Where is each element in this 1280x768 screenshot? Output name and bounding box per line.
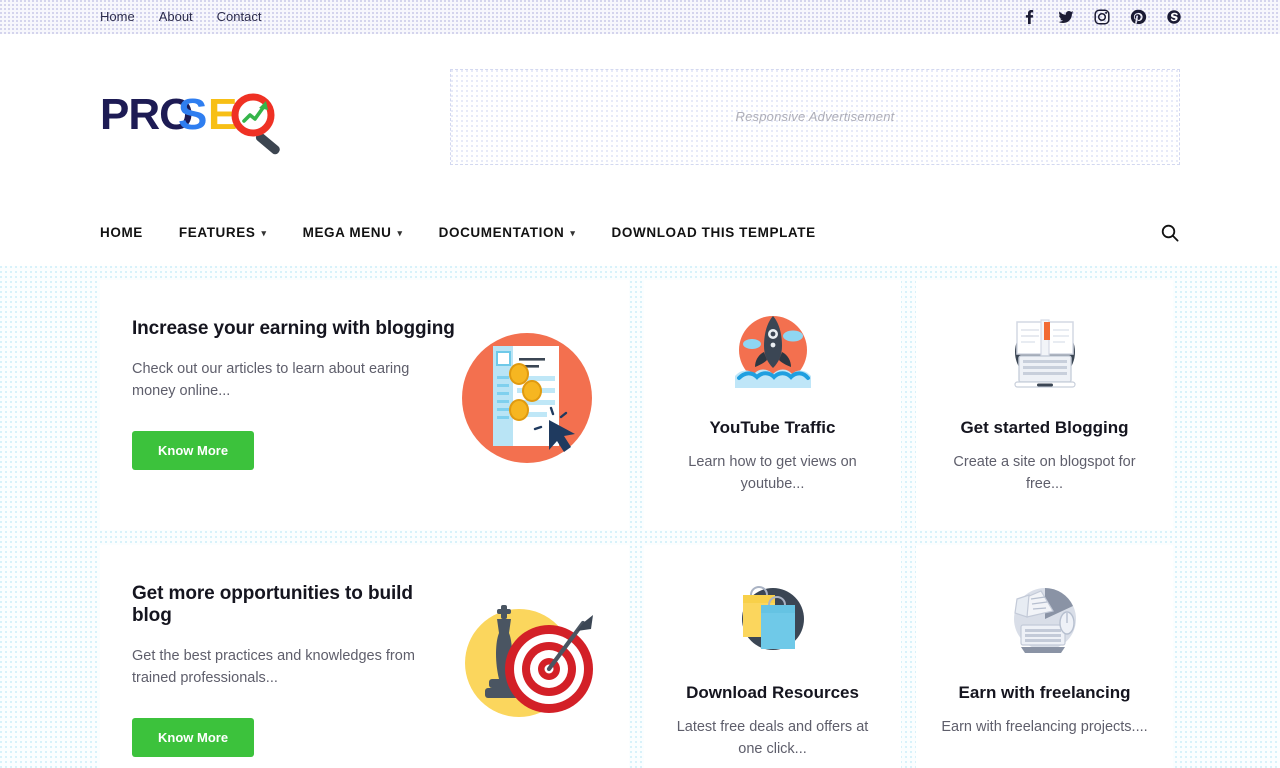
card-description: Get the best practices and knowledges fr… [132, 648, 415, 687]
card-title: YouTube Traffic [709, 418, 836, 437]
instagram-icon[interactable] [1094, 9, 1110, 25]
chevron-down-icon: ▾ [261, 228, 267, 238]
advertisement-text: Responsive Advertisement [735, 109, 895, 124]
main-navigation: Home Features ▾ Mega Menu ▾ Documentatio… [0, 199, 1280, 266]
know-more-button[interactable]: Know More [132, 717, 255, 757]
workspace-desk-illustration [997, 573, 1093, 669]
card-title: Earn with freelancing [958, 683, 1131, 702]
nav-item-features[interactable]: Features ▾ [179, 225, 267, 240]
main-content: Increase your earning with blogging Chec… [0, 266, 1280, 768]
chess-target-illustration [457, 593, 597, 733]
twitter-icon[interactable] [1058, 9, 1074, 25]
topbar-link-contact[interactable]: Contact [217, 0, 262, 34]
card-description: Earn with freelancing projects.... [941, 719, 1148, 735]
nav-item-documentation[interactable]: Documentation ▾ [439, 225, 576, 240]
content-row-1: Increase your earning with blogging Chec… [100, 280, 1180, 530]
card-description: Check out our articles to learn about ea… [132, 361, 410, 400]
card-description: Latest free deals and offers at one clic… [676, 719, 869, 757]
feature-card-earn-freelancing[interactable]: Earn with freelancing Earn with freelanc… [916, 545, 1173, 768]
nav-item-download-label: Download This Template [611, 225, 816, 240]
card-text-block: Get more opportunities to build blog Get… [132, 579, 457, 757]
rocket-launch-illustration [725, 308, 821, 404]
topbar-link-home[interactable]: Home [100, 0, 135, 34]
content-row-2: Get more opportunities to build blog Get… [100, 545, 1180, 768]
feature-card-get-started-blogging[interactable]: Get started Blogging Create a site on bl… [916, 280, 1173, 530]
laptop-book-illustration [997, 308, 1093, 404]
site-logo[interactable]: PRO S E [100, 77, 310, 157]
chevron-down-icon: ▾ [397, 228, 403, 238]
site-header: PRO S E Responsive Advertisement [0, 34, 1280, 199]
nav-items: Home Features ▾ Mega Menu ▾ Documentatio… [100, 225, 816, 240]
nav-item-features-label: Features [178, 225, 256, 240]
nav-item-home-label: Home [100, 225, 143, 240]
top-bar: Home About Contact [0, 0, 1280, 34]
nav-item-mega-menu-label: Mega Menu [302, 225, 392, 240]
social-links [1022, 9, 1181, 25]
feature-card-youtube-traffic[interactable]: YouTube Traffic Learn how to get views o… [644, 280, 901, 530]
feature-card-download-resources[interactable]: Download Resources Latest free deals and… [644, 545, 901, 768]
card-text-block: Increase your earning with blogging Chec… [132, 314, 457, 470]
shopping-bags-illustration [725, 573, 821, 669]
search-icon[interactable] [1160, 223, 1180, 243]
nav-item-mega-menu[interactable]: Mega Menu ▾ [303, 225, 403, 240]
card-title: Increase your earning with blogging [132, 318, 455, 339]
feature-card-opportunities[interactable]: Get more opportunities to build blog Get… [100, 545, 629, 768]
blogging-earnings-illustration [457, 328, 597, 468]
nav-item-download-this-template[interactable]: Download This Template [612, 225, 816, 240]
card-description: Create a site on blogspot for free... [953, 454, 1136, 492]
card-title: Download Resources [686, 683, 859, 702]
facebook-icon[interactable] [1022, 9, 1036, 25]
chevron-down-icon: ▾ [570, 228, 576, 238]
svg-text:S: S [178, 90, 207, 139]
topbar-link-about[interactable]: About [159, 0, 193, 34]
know-more-button[interactable]: Know More [132, 430, 255, 470]
card-title: Get started Blogging [960, 418, 1129, 437]
pinterest-icon[interactable] [1130, 9, 1147, 25]
nav-item-home[interactable]: Home [100, 225, 143, 240]
card-description: Learn how to get views on youtube... [688, 454, 857, 492]
advertisement-placeholder: Responsive Advertisement [450, 68, 1180, 165]
card-title: Get more opportunities to build blog [132, 583, 413, 626]
top-bar-links: Home About Contact [100, 0, 261, 34]
nav-item-documentation-label: Documentation [438, 225, 565, 240]
feature-card-blogging[interactable]: Increase your earning with blogging Chec… [100, 280, 629, 530]
skype-icon[interactable] [1166, 9, 1181, 25]
